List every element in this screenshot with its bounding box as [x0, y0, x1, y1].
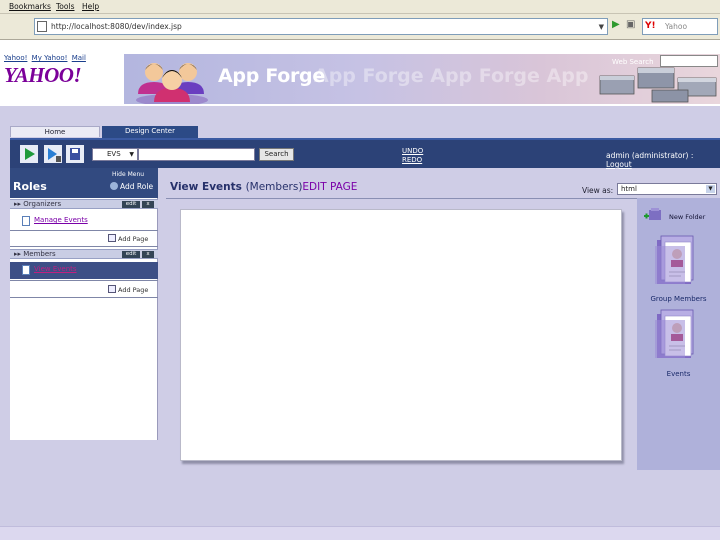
add-page-label: Add Page	[118, 235, 149, 243]
menu-tools[interactable]: Tools	[56, 2, 74, 11]
view-as-select[interactable]: html ▼	[617, 183, 717, 195]
address-bar[interactable]: http://localhost:8080/dev/index.jsp ▼	[34, 18, 608, 35]
page-item-label: View Events	[34, 265, 77, 273]
new-folder-icon	[644, 208, 661, 220]
search-button[interactable]: Search	[259, 148, 294, 161]
divider	[10, 280, 158, 281]
yahoo-badge: Y!	[645, 21, 656, 31]
page-item-manage-events[interactable]: Manage Events	[10, 213, 158, 229]
page-item-view-events[interactable]: View Events	[10, 262, 158, 279]
new-folder-button[interactable]: New Folder	[643, 208, 705, 222]
folder-icon[interactable]	[655, 308, 697, 360]
add-page-icon	[108, 234, 116, 242]
edit-role-button[interactable]: edit	[122, 251, 140, 258]
page-item-label: Manage Events	[34, 216, 88, 224]
go-arrow-icon[interactable]: ▶	[612, 19, 620, 30]
save-icon[interactable]	[66, 145, 84, 163]
role-header-organizers[interactable]: ▸▸ Organizers edit x	[10, 199, 158, 209]
chevron-down-icon[interactable]: ▼	[599, 23, 604, 31]
page-icon	[22, 216, 30, 226]
banner-ghost-text: App Forge App Forge App	[314, 65, 589, 87]
app-toolbar: EVS ▼ Search UNDO REDO admin (administra…	[10, 138, 720, 169]
view-as-value: html	[621, 185, 637, 193]
edit-page-link[interactable]: EDIT PAGE	[302, 181, 357, 193]
tab-home[interactable]: Home	[10, 126, 100, 137]
components-panel: New Folder Group Members Events	[637, 198, 720, 470]
divider	[10, 246, 158, 247]
user-info: admin (administrator) : Logout	[606, 151, 720, 169]
page-canvas[interactable]	[180, 209, 622, 461]
new-folder-label: New Folder	[669, 213, 706, 221]
add-page-icon	[108, 285, 116, 293]
add-role-label: Add Role	[120, 182, 154, 191]
status-strip	[0, 526, 720, 540]
yahoo-logo[interactable]: YAHOO!	[4, 63, 82, 88]
preview-icon[interactable]	[44, 145, 62, 163]
add-page-label: Add Page	[118, 286, 149, 294]
chevron-down-icon: ▼	[129, 151, 134, 158]
add-page-button[interactable]: Add Page	[108, 234, 148, 243]
browser-menubar: Bookmarks Tools Help	[0, 0, 720, 14]
yahoo-links: Yahoo! My Yahoo! Mail	[4, 54, 88, 62]
add-role-button[interactable]: Add Role	[110, 182, 153, 191]
search-input[interactable]	[138, 148, 255, 161]
folder-label: Events	[666, 370, 691, 378]
add-user-icon	[110, 182, 118, 190]
app-title: App Forge	[218, 65, 325, 87]
menu-help[interactable]: Help	[82, 2, 99, 11]
divider	[10, 230, 158, 231]
link-yahoo[interactable]: Yahoo!	[4, 54, 27, 62]
yahoo-search-box[interactable]: Y! Yahoo	[642, 18, 718, 35]
page-menu-icon[interactable]: ▣	[626, 19, 635, 30]
role-name: ▸▸ Organizers	[14, 200, 62, 208]
yahoo-search-placeholder: Yahoo	[665, 22, 688, 31]
page-title-role: (Members)	[245, 181, 303, 193]
role-header-members[interactable]: ▸▸ Members edit x	[10, 249, 158, 259]
folder-icon[interactable]	[655, 234, 697, 286]
page-title: View Events (Members)EDIT PAGE	[170, 181, 357, 193]
add-page-button[interactable]: Add Page	[108, 285, 148, 294]
menu-bookmarks[interactable]: Bookmarks	[9, 2, 51, 11]
web-search-label: Web Search	[612, 58, 654, 66]
delete-role-button[interactable]: x	[142, 201, 154, 208]
link-my-yahoo[interactable]: My Yahoo!	[32, 54, 68, 62]
role-name: ▸▸ Members	[14, 250, 56, 258]
hide-menu-link[interactable]: Hide Menu	[112, 171, 144, 178]
user-name: admin (administrator) :	[606, 151, 694, 160]
page-icon	[37, 21, 47, 32]
roles-header: Hide Menu Roles Add Role	[10, 168, 158, 198]
tab-design-center[interactable]: Design Center	[102, 126, 198, 138]
edit-role-button[interactable]: edit	[122, 201, 140, 208]
app-select-value: EVS	[107, 150, 121, 158]
page-title-name: View Events	[170, 181, 242, 193]
app-select[interactable]: EVS ▼	[92, 148, 138, 161]
divider	[10, 297, 158, 298]
play-icon[interactable]	[20, 145, 38, 163]
address-url: http://localhost:8080/dev/index.jsp	[51, 22, 182, 31]
folder-label: Group Members	[650, 295, 707, 303]
roles-panel: Hide Menu Roles Add Role ▸▸ Organizers e…	[10, 168, 158, 440]
view-as-label: View as:	[582, 186, 614, 195]
users-icon	[136, 63, 208, 104]
delete-role-button[interactable]: x	[142, 251, 154, 258]
link-mail[interactable]: Mail	[72, 54, 86, 62]
undo-link[interactable]: UNDO	[402, 147, 423, 155]
redo-link[interactable]: REDO	[402, 156, 422, 164]
page-icon	[22, 265, 30, 275]
web-search-input[interactable]	[660, 55, 718, 67]
logout-link[interactable]: Logout	[606, 160, 632, 169]
roles-title: Roles	[13, 180, 47, 193]
browser-navbar: http://localhost:8080/dev/index.jsp ▼ ▶ …	[0, 14, 720, 40]
chevron-down-icon: ▼	[706, 185, 715, 193]
